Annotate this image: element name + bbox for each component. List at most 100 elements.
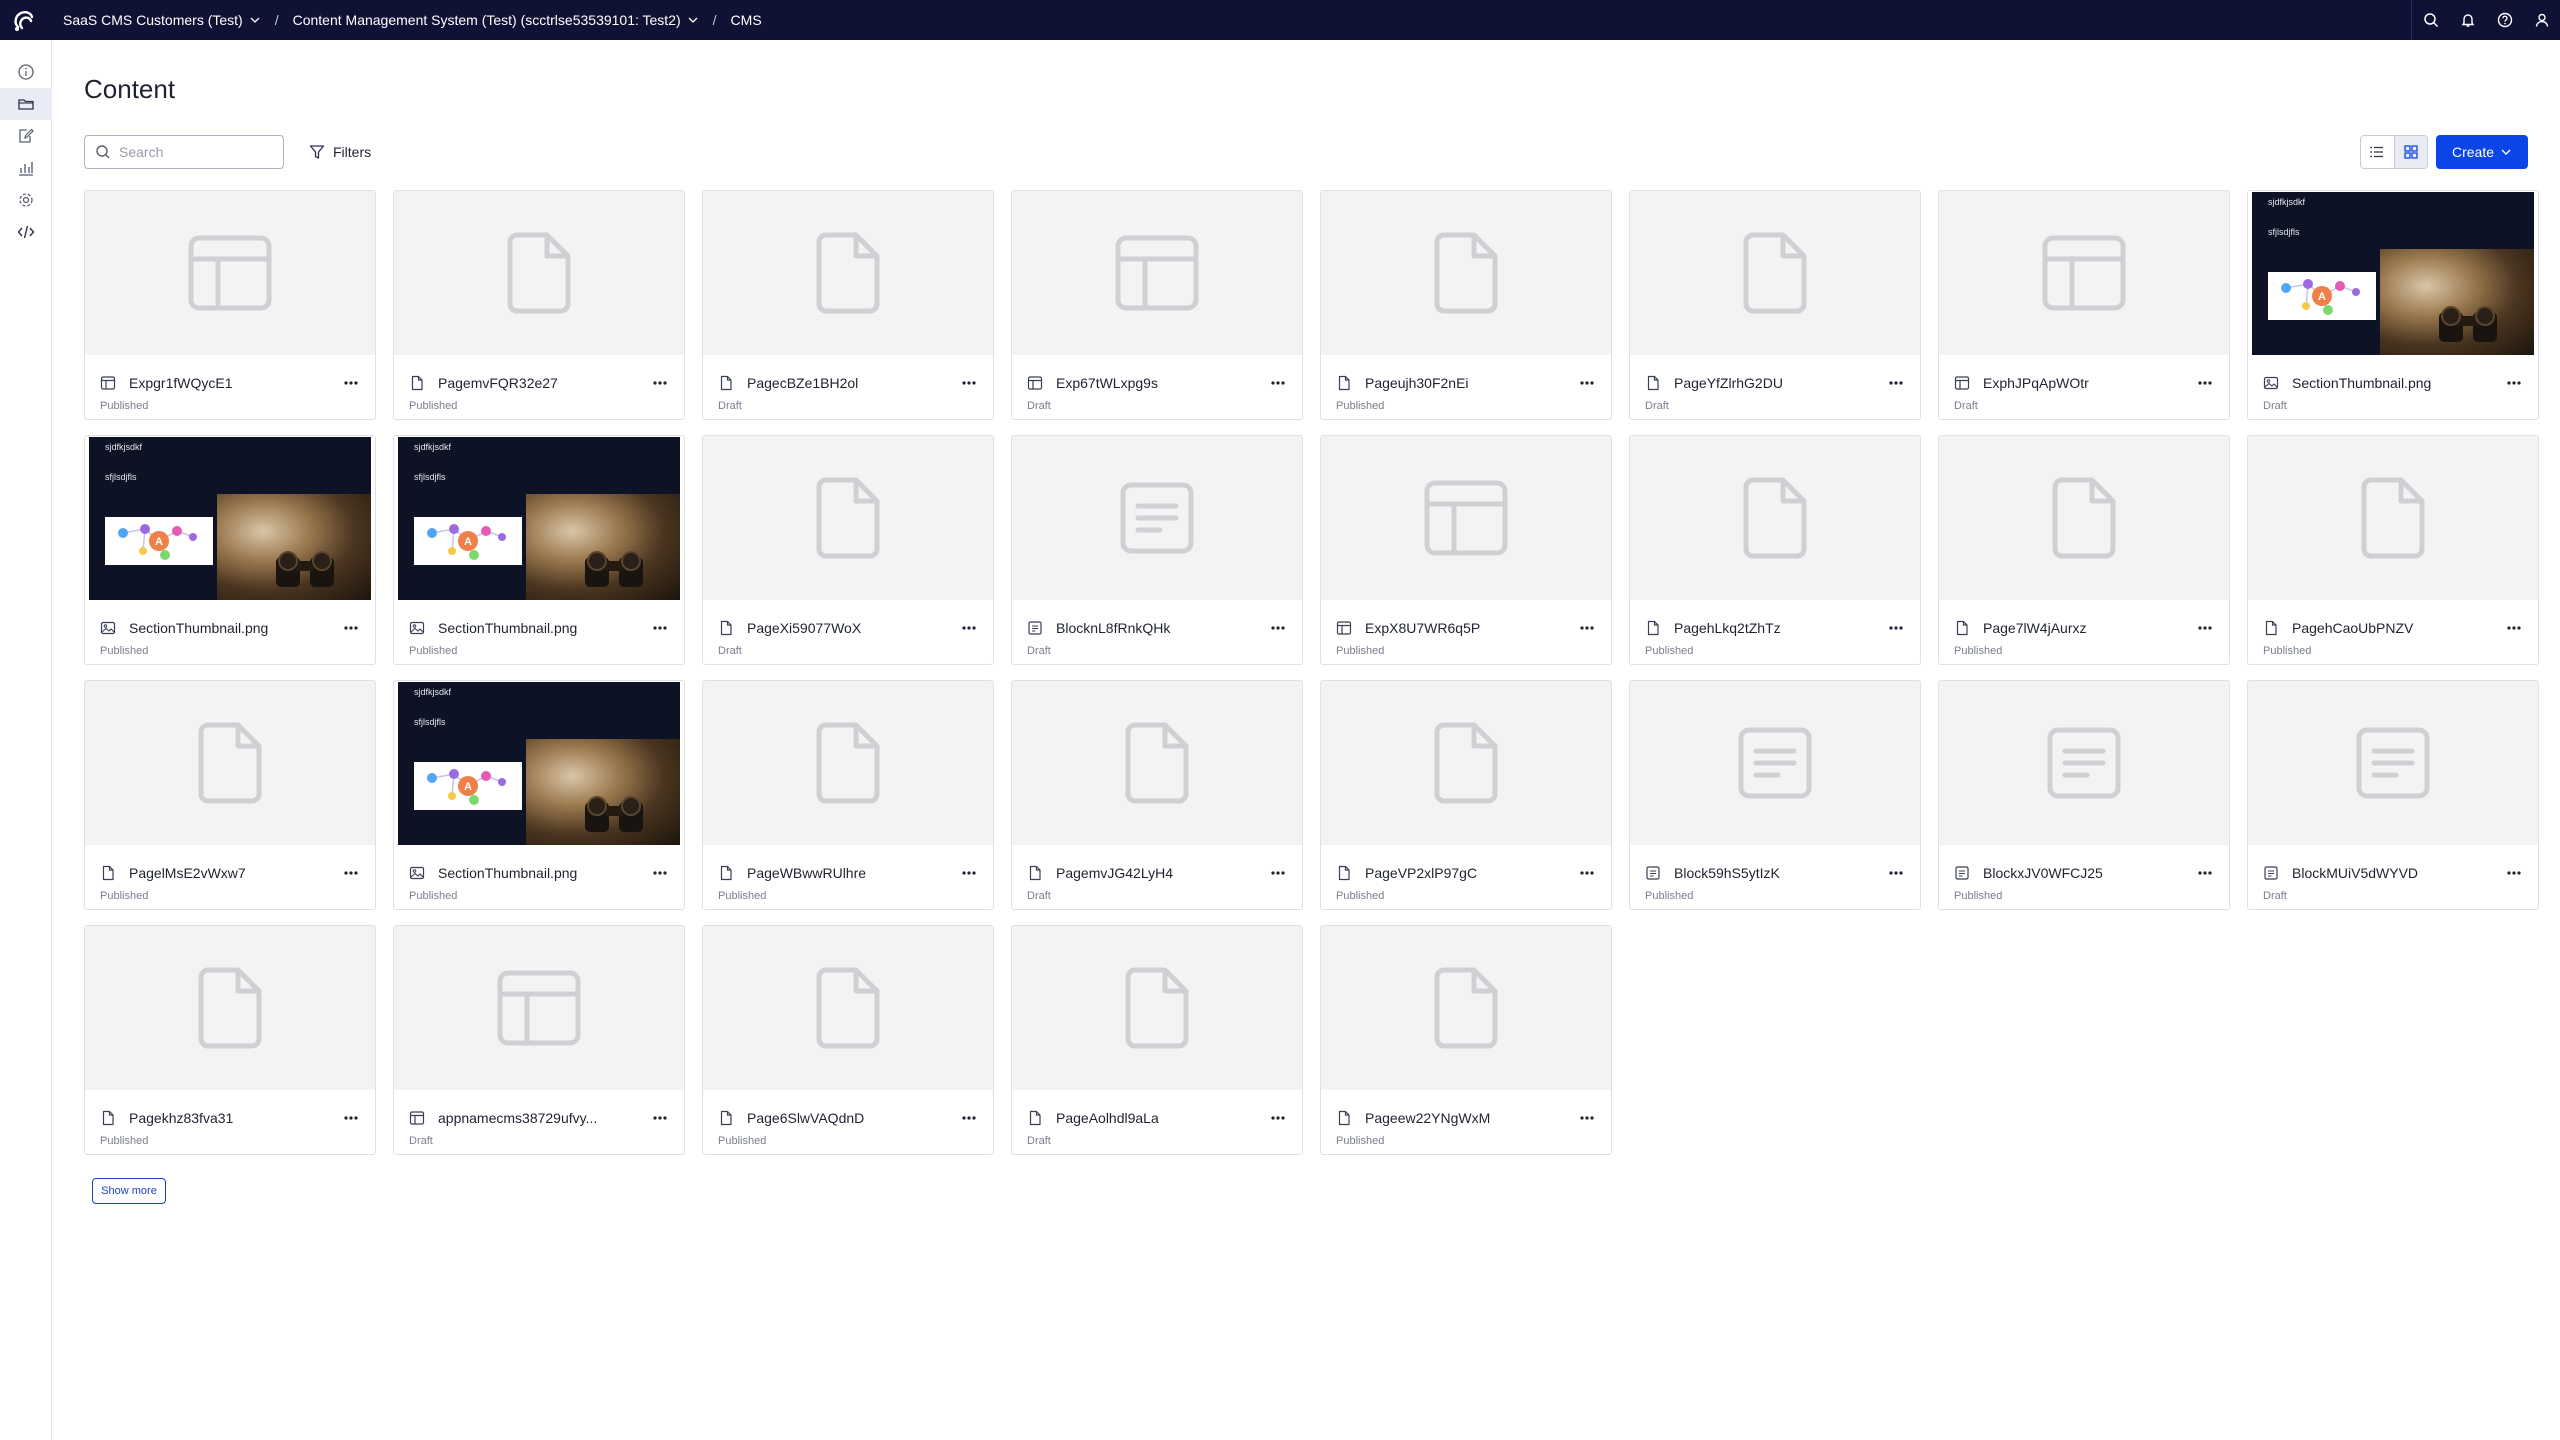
grid-view-button[interactable] [2393, 136, 2427, 168]
search-field[interactable] [84, 135, 284, 169]
card-menu-button[interactable] [1577, 1108, 1597, 1128]
card-menu-button[interactable] [2504, 863, 2524, 883]
card-menu-button[interactable] [1268, 373, 1288, 393]
content-card[interactable]: PagehLkq2tZhTz Published [1629, 435, 1921, 665]
card-menu-button[interactable] [1886, 373, 1906, 393]
card-menu-button[interactable] [650, 863, 670, 883]
content-card[interactable]: ExphJPqApWOtr Draft [1938, 190, 2230, 420]
content-card[interactable]: PageWBwwRUlhre Published [702, 680, 994, 910]
card-type-icon [1336, 375, 1352, 391]
card-menu-button[interactable] [2195, 863, 2215, 883]
card-menu-button[interactable] [341, 618, 361, 638]
bell-icon[interactable] [2449, 0, 2486, 40]
help-icon[interactable] [2486, 0, 2523, 40]
page-icon [1338, 865, 1350, 881]
content-card[interactable]: PagecBZe1BH2ol Draft [702, 190, 994, 420]
breadcrumb-instance[interactable]: Content Management System (Test) (scctrl… [293, 12, 699, 28]
breadcrumb-org[interactable]: SaaS CMS Customers (Test) [63, 12, 261, 28]
content-card[interactable]: BlocknL8fRnkQHk Draft [1011, 435, 1303, 665]
content-card[interactable]: PageYfZlrhG2DU Draft [1629, 190, 1921, 420]
content-card[interactable]: appnamecms38729ufvy... Draft [393, 925, 685, 1155]
card-menu-button[interactable] [1886, 863, 1906, 883]
card-menu-button[interactable] [1268, 618, 1288, 638]
card-menu-button[interactable] [2504, 373, 2524, 393]
card-menu-button[interactable] [1577, 863, 1597, 883]
user-icon[interactable] [2523, 0, 2560, 40]
card-type-icon [409, 375, 425, 391]
card-type-icon [409, 1110, 425, 1126]
content-card[interactable]: Pageujh30F2nEi Published [1320, 190, 1612, 420]
card-menu-button[interactable] [1577, 373, 1597, 393]
content-card[interactable]: BlockxJV0WFCJ25 Published [1938, 680, 2230, 910]
content-card[interactable]: BlockMUiV5dWYVD Draft [2247, 680, 2539, 910]
content-card[interactable]: Page6SlwVAQdnD Published [702, 925, 994, 1155]
card-type-icon [1645, 865, 1661, 881]
rail-item-code[interactable] [0, 216, 52, 248]
card-menu-button[interactable] [959, 373, 979, 393]
card-info: PagehLkq2tZhTz Published [1630, 600, 1920, 664]
list-view-button[interactable] [2361, 136, 2394, 168]
content-card[interactable]: PagelMsE2vWxw7 Published [84, 680, 376, 910]
card-menu-button[interactable] [650, 618, 670, 638]
content-card[interactable]: Pagekhz83fva31 Published [84, 925, 376, 1155]
card-thumbnail: sjdfkjsdkf sfjlsdjfls A [394, 681, 684, 845]
card-menu-button[interactable] [1268, 863, 1288, 883]
card-menu-button[interactable] [2504, 618, 2524, 638]
content-card[interactable]: Expgr1fWQycE1 Published [84, 190, 376, 420]
card-menu-button[interactable] [341, 373, 361, 393]
content-card[interactable]: sjdfkjsdkf sfjlsdjfls A SectionThumbnail.pn… [2247, 190, 2539, 420]
page-placeholder-icon [507, 232, 571, 314]
rail-item-analytics[interactable] [0, 152, 52, 184]
rail-item-settings[interactable] [0, 184, 52, 216]
card-thumbnail [1630, 436, 1920, 600]
content-card[interactable]: PageVP2xlP97gC Published [1320, 680, 1612, 910]
card-menu-button[interactable] [1886, 618, 1906, 638]
search-input[interactable] [119, 144, 269, 160]
content-card[interactable]: sjdfkjsdkf sfjlsdjfls A SectionThumbnail.pn… [393, 435, 685, 665]
card-menu-button[interactable] [2195, 618, 2215, 638]
content-card[interactable]: Block59hS5ytIzK Published [1629, 680, 1921, 910]
rail-item-info[interactable] [0, 56, 52, 88]
breadcrumb-app[interactable]: CMS [731, 12, 762, 28]
content-card[interactable]: Page7lW4jAurxz Published [1938, 435, 2230, 665]
page-icon [1338, 375, 1350, 391]
filters-button[interactable]: Filters [309, 135, 371, 169]
card-info: PagelMsE2vWxw7 Published [85, 845, 375, 909]
rail-item-content[interactable] [0, 88, 52, 120]
more-icon [2507, 626, 2521, 630]
card-name: SectionThumbnail.png [438, 620, 578, 636]
show-more-button[interactable]: Show more [92, 1178, 166, 1204]
content-card[interactable]: Pageew22YNgWxM Published [1320, 925, 1612, 1155]
card-menu-button[interactable] [1268, 1108, 1288, 1128]
content-card[interactable]: PagemvFQR32e27 Published [393, 190, 685, 420]
card-info: Pagekhz83fva31 Published [85, 1090, 375, 1154]
card-menu-button[interactable] [959, 618, 979, 638]
create-button[interactable]: Create [2436, 135, 2528, 169]
card-menu-button[interactable] [959, 863, 979, 883]
content-card[interactable]: sjdfkjsdkf sfjlsdjfls A SectionThumbnail.pn… [393, 680, 685, 910]
card-menu-button[interactable] [650, 1108, 670, 1128]
content-card[interactable]: PagehCaoUbPNZV Published [2247, 435, 2539, 665]
card-menu-button[interactable] [1577, 618, 1597, 638]
optimizely-logo-icon[interactable] [0, 0, 48, 40]
card-menu-button[interactable] [341, 1108, 361, 1128]
search-icon[interactable] [2412, 0, 2449, 40]
card-menu-button[interactable] [959, 1108, 979, 1128]
card-name: PagelMsE2vWxw7 [129, 865, 246, 881]
card-info: PageXi59077WoX Draft [703, 600, 993, 664]
card-menu-button[interactable] [2195, 373, 2215, 393]
card-type-icon [1954, 620, 1970, 636]
content-card[interactable]: PagemvJG42LyH4 Draft [1011, 680, 1303, 910]
more-icon [1271, 626, 1285, 630]
content-card[interactable]: ExpX8U7WR6q5P Published [1320, 435, 1612, 665]
card-info: BlockMUiV5dWYVD Draft [2248, 845, 2538, 909]
content-card[interactable]: Exp67tWLxpg9s Draft [1011, 190, 1303, 420]
card-thumbnail [1321, 926, 1611, 1090]
content-card[interactable]: PageAolhdl9aLa Draft [1011, 925, 1303, 1155]
content-card[interactable]: PageXi59077WoX Draft [702, 435, 994, 665]
card-info: Page6SlwVAQdnD Published [703, 1090, 993, 1154]
card-menu-button[interactable] [341, 863, 361, 883]
card-menu-button[interactable] [650, 373, 670, 393]
rail-item-edit[interactable] [0, 120, 52, 152]
content-card[interactable]: sjdfkjsdkf sfjlsdjfls A SectionThumbnail.pn… [84, 435, 376, 665]
